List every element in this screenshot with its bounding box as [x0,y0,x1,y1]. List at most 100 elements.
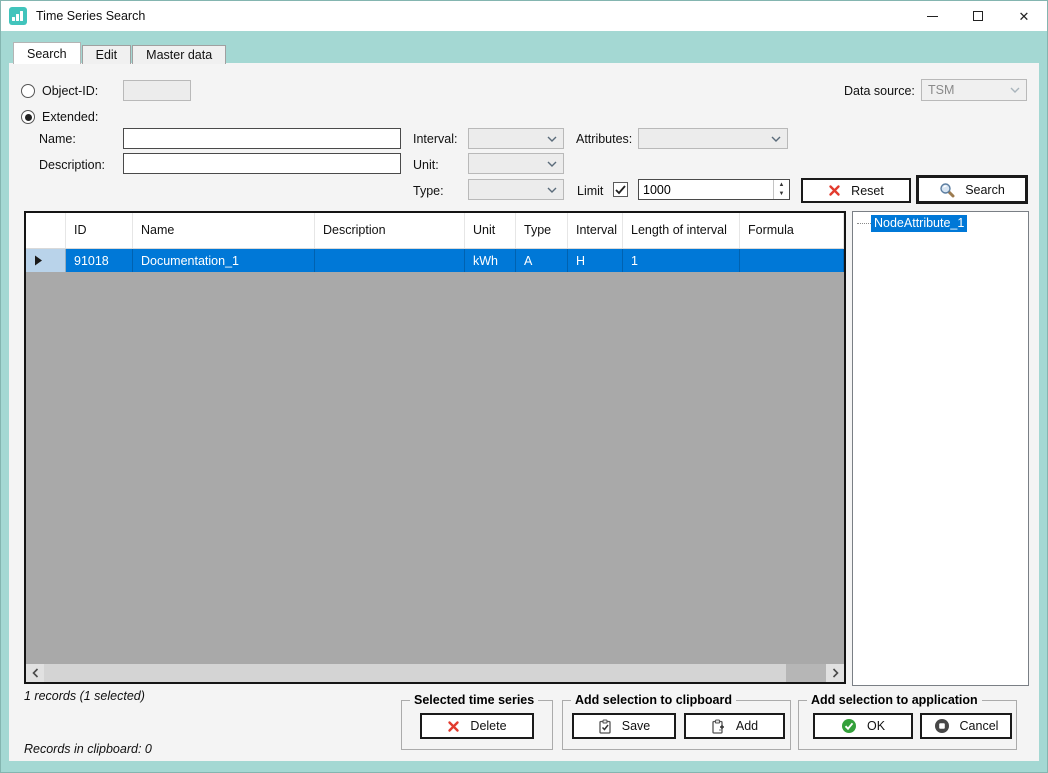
object-id-label: Object-ID: [42,84,98,98]
grid-row-selected[interactable]: 91018 Documentation_1 kWh A H 1 [26,249,844,272]
ok-check-icon [841,718,857,734]
cell-interval[interactable]: H [568,249,623,272]
search-icon [939,182,955,198]
row-selector-cell[interactable] [26,249,66,272]
selected-time-series-group-title: Selected time series [410,693,538,707]
cell-type[interactable]: A [516,249,568,272]
close-button[interactable]: ✕ [1001,1,1047,31]
records-status-text: 1 records (1 selected) [24,689,145,703]
tab-edit[interactable]: Edit [82,45,132,64]
column-header-type[interactable]: Type [516,213,568,248]
column-header-description[interactable]: Description [315,213,465,248]
limit-checkbox[interactable] [613,182,628,197]
delete-x-icon [447,720,460,733]
add-button-label: Add [736,719,758,733]
clipboard-status-text: Records in clipboard: 0 [24,742,152,756]
delete-button[interactable]: Delete [420,713,534,739]
type-label: Type: [413,184,444,198]
cell-length-of-interval[interactable]: 1 [623,249,740,272]
object-id-field-wrap [123,80,191,101]
search-button[interactable]: Search [916,175,1028,204]
description-label: Description: [39,158,105,172]
object-id-input [123,80,191,101]
description-input[interactable] [123,153,401,174]
cell-name[interactable]: Documentation_1 [133,249,315,272]
maximize-icon [973,11,983,21]
minimize-button[interactable] [909,1,955,31]
attributes-select [638,128,788,149]
attribute-tree-panel: NodeAttribute_1 [852,211,1029,686]
cancel-stop-icon [934,718,950,734]
column-header-id[interactable]: ID [66,213,133,248]
save-button-label: Save [622,719,651,733]
cell-unit[interactable]: kWh [465,249,516,272]
cell-formula[interactable] [740,249,844,272]
cancel-button[interactable]: Cancel [920,713,1012,739]
scrollbar-track[interactable] [786,664,826,682]
save-clipboard-icon [598,719,612,734]
chevron-right-icon [832,668,839,678]
chevron-down-icon [547,161,557,167]
name-label: Name: [39,132,76,146]
spinner-buttons[interactable]: ▲ ▼ [773,180,789,199]
app-icon [9,7,27,25]
name-input[interactable] [123,128,401,149]
chevron-left-icon [32,668,39,678]
tree-item-nodeattribute[interactable]: NodeAttribute_1 [857,215,1028,232]
column-header-unit[interactable]: Unit [465,213,516,248]
spin-down-icon[interactable]: ▼ [774,190,789,200]
time-series-search-window: Time Series Search ✕ Search Edit Master … [0,0,1048,773]
tree-item-label[interactable]: NodeAttribute_1 [871,215,967,232]
tab-strip: Search Edit Master data [13,42,227,64]
extended-label: Extended: [42,110,98,124]
cell-id[interactable]: 91018 [66,249,133,272]
limit-input[interactable] [639,180,773,199]
title-bar: Time Series Search ✕ [1,1,1047,31]
check-icon [615,185,626,195]
column-header-interval[interactable]: Interval [568,213,623,248]
limit-label: Limit [577,184,603,198]
object-id-radio[interactable] [21,84,35,98]
limit-spinner[interactable]: ▲ ▼ [638,179,790,200]
row-pointer-icon [34,255,43,266]
grid-horizontal-scrollbar[interactable] [26,664,844,682]
scroll-left-button[interactable] [26,664,44,682]
tree-connector [857,223,871,224]
add-button[interactable]: Add [684,713,785,739]
scrollbar-thumb[interactable] [44,664,786,682]
data-source-select: TSM [921,79,1027,101]
maximize-button[interactable] [955,1,1001,31]
window-title: Time Series Search [36,9,145,23]
save-button[interactable]: Save [572,713,676,739]
column-header-selector[interactable] [26,213,66,248]
ok-button-label: OK [867,719,885,733]
grid-empty-area [26,272,844,664]
add-clipboard-icon [711,719,726,734]
add-to-application-group-title: Add selection to application [807,693,982,707]
reset-button[interactable]: Reset [801,178,911,203]
tab-search[interactable]: Search [13,42,81,64]
chevron-down-icon [771,136,781,142]
column-header-length-of-interval[interactable]: Length of interval [623,213,740,248]
tab-master-data[interactable]: Master data [132,45,226,64]
results-grid: ID Name Description Unit Type Interval L… [24,211,846,684]
cancel-button-label: Cancel [960,719,999,733]
extended-radio[interactable] [21,110,35,124]
type-select [468,179,564,200]
interval-label: Interval: [413,132,457,146]
column-header-name[interactable]: Name [133,213,315,248]
unit-select [468,153,564,174]
scroll-right-button[interactable] [826,664,844,682]
cell-description[interactable] [315,249,465,272]
column-header-formula[interactable]: Formula [740,213,844,248]
spin-up-icon[interactable]: ▲ [774,180,789,190]
add-to-clipboard-group: Add selection to clipboard Save Add [562,700,791,750]
minimize-icon [927,16,938,17]
delete-button-label: Delete [470,719,506,733]
add-to-clipboard-group-title: Add selection to clipboard [571,693,736,707]
description-field-wrap [123,153,401,174]
interval-select [468,128,564,149]
selected-time-series-group: Selected time series Delete [401,700,553,750]
ok-button[interactable]: OK [813,713,913,739]
data-source-label: Data source: [844,84,915,98]
